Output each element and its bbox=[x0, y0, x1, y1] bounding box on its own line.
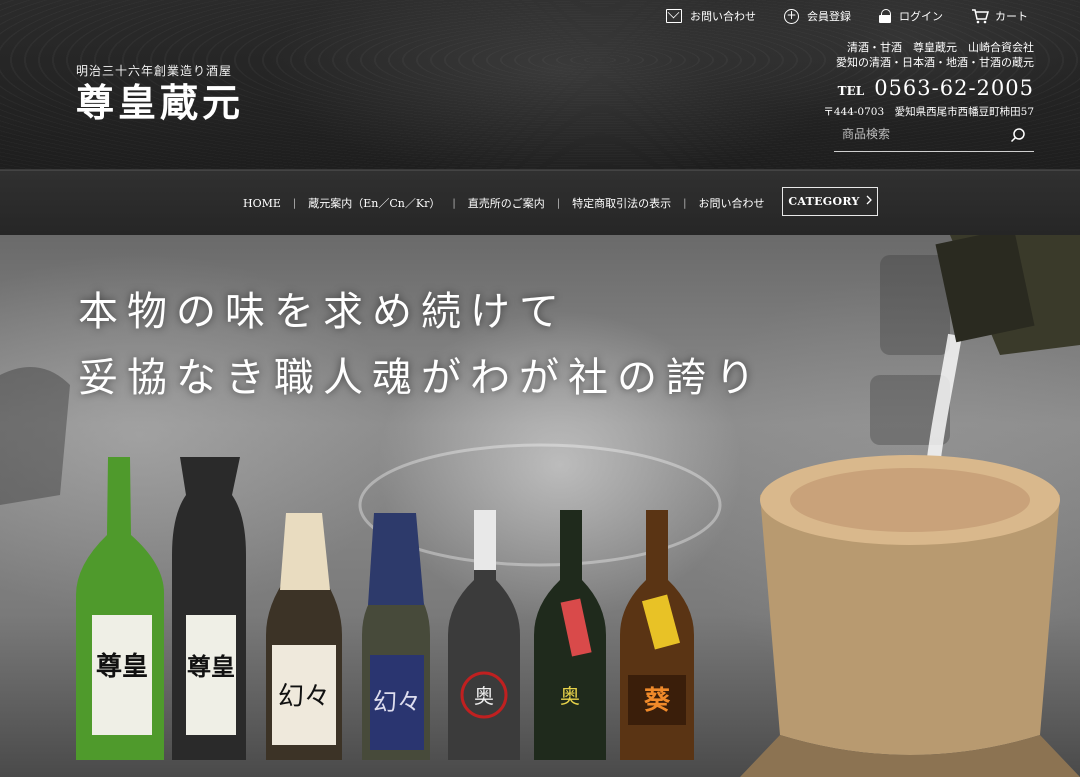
category-button-label: CATEGORY bbox=[788, 195, 860, 208]
category-button[interactable]: CATEGORY bbox=[782, 187, 878, 216]
nav-item-legal[interactable]: 特定商取引法の表示 bbox=[560, 195, 683, 211]
cart-icon bbox=[971, 9, 989, 24]
lock-icon bbox=[879, 9, 891, 23]
chevron-right-icon bbox=[866, 195, 872, 208]
cart-label: カート bbox=[995, 10, 1028, 23]
bottle-label: 幻々 bbox=[278, 682, 330, 712]
member-register-label: 会員登録 bbox=[807, 10, 851, 23]
bottle-gengen-cream: 幻々 bbox=[266, 513, 342, 760]
product-search bbox=[834, 120, 1034, 152]
utility-links: お問い合わせ + 会員登録 ログイン カート bbox=[666, 8, 1028, 24]
contact-link[interactable]: お問い合わせ bbox=[666, 8, 756, 24]
address: 〒444-0703 愛知県西尾市西幡豆町柿田57 bbox=[823, 106, 1034, 118]
bottle-oku-dark: 奥 bbox=[534, 510, 606, 760]
search-input[interactable] bbox=[834, 120, 1004, 148]
login-link[interactable]: ログイン bbox=[879, 8, 943, 24]
logo-title: 尊皇蔵元 bbox=[76, 80, 245, 125]
bottle-label: 尊皇 bbox=[96, 651, 148, 682]
bottle-aoi-amber: 葵 bbox=[620, 510, 694, 760]
tel-number[interactable]: 0563-62-2005 bbox=[874, 76, 1034, 100]
company-name: 清酒・甘酒 尊皇蔵元 山崎合資会社 bbox=[847, 41, 1034, 54]
bottle-sonno-black: 尊皇 bbox=[172, 457, 246, 760]
nav-item-about[interactable]: 蔵元案内（En／Cn／Kr） bbox=[296, 195, 452, 211]
site-logo[interactable]: 明治三十六年創業造り酒屋 尊皇蔵元 bbox=[76, 62, 246, 125]
bottle-label: 奥 bbox=[474, 684, 494, 708]
telephone: TEL 0563-62-2005 bbox=[838, 76, 1034, 100]
logo-tagline: 明治三十六年創業造り酒屋 bbox=[76, 64, 233, 78]
cart-link[interactable]: カート bbox=[971, 8, 1028, 24]
global-nav: HOME | 蔵元案内（En／Cn／Kr） | 直売所のご案内 | 特定商取引法… bbox=[0, 170, 1080, 235]
bottle-oku-grey: 奥 bbox=[448, 510, 520, 760]
bottle-sonno-green: 尊皇 bbox=[76, 457, 165, 760]
bottle-label: 尊皇 bbox=[187, 652, 235, 681]
company-description: 愛知の清酒・日本酒・地酒・甘酒の蔵元 bbox=[836, 56, 1034, 69]
nav-item-shop[interactable]: 直売所のご案内 bbox=[456, 195, 557, 211]
member-register-link[interactable]: + 会員登録 bbox=[784, 8, 851, 24]
company-info: 清酒・甘酒 尊皇蔵元 山崎合資会社 愛知の清酒・日本酒・地酒・甘酒の蔵元 bbox=[836, 40, 1034, 70]
tel-label: TEL bbox=[837, 84, 865, 98]
bottle-label: 奥 bbox=[560, 684, 580, 708]
plus-circle-icon: + bbox=[784, 8, 799, 24]
contact-link-label: お問い合わせ bbox=[690, 10, 756, 23]
bottle-gengen-blue: 幻々 bbox=[362, 513, 430, 760]
nav-item-contact[interactable]: お問い合わせ bbox=[687, 195, 777, 211]
search-icon[interactable] bbox=[1010, 127, 1026, 143]
nav-item-home[interactable]: HOME bbox=[231, 197, 293, 210]
site-header: 明治三十六年創業造り酒屋 尊皇蔵元 お問い合わせ + 会員登録 ログイン カート bbox=[0, 0, 1080, 170]
bottle-label: 葵 bbox=[644, 686, 671, 716]
hero-banner: 本物の味を求め続けて 妥協なき職人魂がわが社の誇り 尊皇 尊皇 幻々 幻々 奥 … bbox=[0, 235, 1080, 777]
login-label: ログイン bbox=[899, 10, 943, 23]
product-bottles: 尊皇 尊皇 幻々 幻々 奥 奥 葵 bbox=[76, 457, 694, 760]
bottle-label: 幻々 bbox=[373, 688, 421, 716]
mail-icon bbox=[666, 9, 682, 23]
nav-menu: HOME | 蔵元案内（En／Cn／Kr） | 直売所のご案内 | 特定商取引法… bbox=[231, 195, 777, 211]
